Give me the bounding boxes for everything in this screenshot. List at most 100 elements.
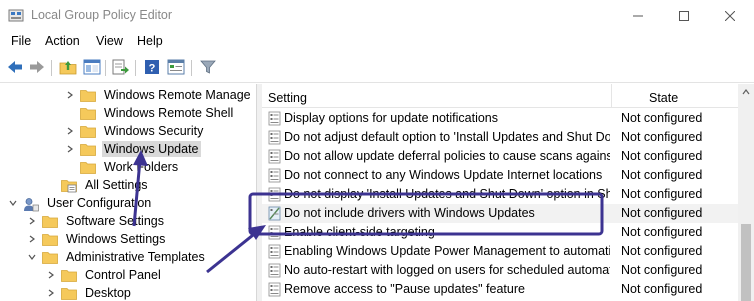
tree-item-label: Work Folders bbox=[104, 160, 179, 174]
tree-pane[interactable]: Windows Remote Manage Windows Remote She… bbox=[0, 84, 257, 301]
setting-state: Not configured bbox=[621, 282, 703, 296]
chevron-down-icon[interactable] bbox=[26, 251, 38, 263]
menu-help[interactable]: Help bbox=[137, 34, 163, 48]
maximize-icon bbox=[679, 10, 689, 21]
list-row[interactable]: Do not allow update deferral policies to… bbox=[262, 147, 738, 166]
tree-item-label: Administrative Templates bbox=[66, 250, 205, 264]
list-row[interactable]: Do not display 'Install Updates and Shut… bbox=[262, 185, 738, 204]
tree-item-label: All Settings bbox=[85, 178, 148, 192]
chevron-right-icon[interactable] bbox=[26, 215, 38, 227]
policy-setting-icon bbox=[268, 263, 281, 278]
chevron-right-icon[interactable] bbox=[64, 89, 76, 101]
list-row[interactable]: Do not adjust default option to 'Install… bbox=[262, 128, 738, 147]
setting-name: Do not allow update deferral policies to… bbox=[284, 149, 610, 163]
chevron-right-icon[interactable] bbox=[64, 143, 76, 155]
list-row-selected[interactable]: Do not include drivers with Windows Upda… bbox=[262, 204, 738, 223]
setting-state: Not configured bbox=[621, 149, 703, 163]
tree-item-label: Software Settings bbox=[66, 214, 164, 228]
back-button[interactable] bbox=[5, 57, 25, 77]
policy-setting-icon bbox=[268, 111, 281, 126]
menu-bar: File Action View Help bbox=[0, 31, 754, 52]
policy-setting-icon bbox=[268, 225, 281, 240]
setting-state: Not configured bbox=[621, 244, 703, 258]
tree-item-desktop[interactable]: Desktop bbox=[45, 284, 133, 301]
list-row[interactable]: Do not connect to any Windows Update Int… bbox=[262, 166, 738, 185]
list-row[interactable]: Enable client-side targeting Not configu… bbox=[262, 223, 738, 242]
back-icon bbox=[8, 61, 22, 73]
up-folder-icon bbox=[59, 61, 77, 75]
column-divider[interactable] bbox=[611, 84, 612, 108]
setting-state: Not configured bbox=[621, 111, 703, 125]
chevron-right-icon[interactable] bbox=[26, 233, 38, 245]
folder-icon bbox=[61, 287, 77, 300]
setting-state: Not configured bbox=[621, 187, 703, 201]
export-list-button[interactable] bbox=[111, 57, 131, 77]
tree-item-label: Windows Settings bbox=[66, 232, 166, 246]
setting-name: Display options for update notifications bbox=[284, 111, 499, 125]
properties-icon bbox=[167, 59, 185, 75]
tree-item-user-configuration[interactable]: User Configuration bbox=[7, 194, 153, 212]
chevron-right-icon[interactable] bbox=[45, 287, 57, 299]
settings-list[interactable]: Setting State Display options for update… bbox=[262, 84, 754, 301]
chevron-down-icon[interactable] bbox=[7, 197, 19, 209]
scroll-thumb[interactable] bbox=[741, 224, 751, 301]
user-configuration-icon bbox=[23, 197, 39, 211]
tree-item-all-settings[interactable]: All Settings bbox=[61, 176, 150, 194]
toolbar-separator bbox=[105, 60, 106, 76]
properties-button[interactable] bbox=[166, 57, 186, 77]
policy-setting-icon bbox=[268, 244, 281, 259]
column-header-state[interactable]: State bbox=[649, 91, 678, 105]
folder-icon bbox=[42, 251, 58, 264]
setting-name: No auto-restart with logged on users for… bbox=[284, 263, 610, 277]
help-button[interactable]: ? bbox=[142, 57, 162, 77]
tree-item-windows-remote-shell[interactable]: Windows Remote Shell bbox=[80, 104, 235, 122]
forward-button[interactable] bbox=[27, 57, 47, 77]
setting-name: Remove access to "Pause updates" feature bbox=[284, 282, 525, 296]
list-row[interactable]: No auto-restart with logged on users for… bbox=[262, 261, 738, 280]
column-header-setting[interactable]: Setting bbox=[268, 91, 307, 105]
setting-state: Not configured bbox=[621, 263, 703, 277]
folder-icon bbox=[80, 89, 96, 102]
tree-item-label: User Configuration bbox=[47, 196, 152, 210]
export-list-icon bbox=[112, 59, 129, 75]
tree-item-windows-update[interactable]: Windows Update bbox=[64, 140, 201, 158]
folder-icon bbox=[42, 233, 58, 246]
list-header: Setting State bbox=[262, 84, 738, 108]
title-bar: Local Group Policy Editor bbox=[0, 0, 754, 31]
policy-setting-icon bbox=[268, 149, 281, 164]
close-icon bbox=[725, 10, 735, 21]
menu-action[interactable]: Action bbox=[45, 34, 80, 48]
tree-item-software-settings[interactable]: Software Settings bbox=[26, 212, 166, 230]
setting-state: Not configured bbox=[621, 168, 703, 182]
tree-item-administrative-templates[interactable]: Administrative Templates bbox=[26, 248, 207, 266]
list-row[interactable]: Enabling Windows Update Power Management… bbox=[262, 242, 738, 261]
setting-state: Not configured bbox=[621, 225, 703, 239]
tree-item-windows-security[interactable]: Windows Security bbox=[64, 122, 205, 140]
up-folder-button[interactable] bbox=[58, 57, 78, 77]
scroll-up-button[interactable] bbox=[738, 84, 754, 100]
menu-view[interactable]: View bbox=[96, 34, 123, 48]
show-hide-tree-button[interactable] bbox=[82, 57, 102, 77]
folder-icon bbox=[80, 107, 96, 120]
close-button[interactable] bbox=[707, 0, 753, 31]
forward-icon bbox=[30, 61, 44, 73]
tree-item-windows-remote-management[interactable]: Windows Remote Manage bbox=[64, 86, 253, 104]
chevron-right-icon[interactable] bbox=[45, 269, 57, 281]
chevron-right-icon[interactable] bbox=[64, 125, 76, 137]
tree-item-windows-settings[interactable]: Windows Settings bbox=[26, 230, 167, 248]
tree-item-work-folders[interactable]: Work Folders bbox=[80, 158, 180, 176]
group-policy-app-icon bbox=[8, 9, 24, 22]
maximize-button[interactable] bbox=[661, 0, 707, 31]
minimize-button[interactable] bbox=[615, 0, 661, 31]
tree-item-label: Windows Security bbox=[104, 124, 204, 138]
filter-button[interactable] bbox=[198, 57, 218, 77]
menu-file[interactable]: File bbox=[11, 34, 31, 48]
list-row[interactable]: Display options for update notifications… bbox=[262, 109, 738, 128]
vertical-scrollbar[interactable] bbox=[738, 84, 754, 301]
list-row[interactable]: Remove access to "Pause updates" feature… bbox=[262, 280, 738, 299]
folder-icon bbox=[80, 143, 96, 156]
tree-item-control-panel[interactable]: Control Panel bbox=[45, 266, 163, 284]
setting-state: Not configured bbox=[621, 130, 703, 144]
tree-item-label: Windows Remote Shell bbox=[104, 106, 234, 120]
folder-icon bbox=[61, 269, 77, 282]
